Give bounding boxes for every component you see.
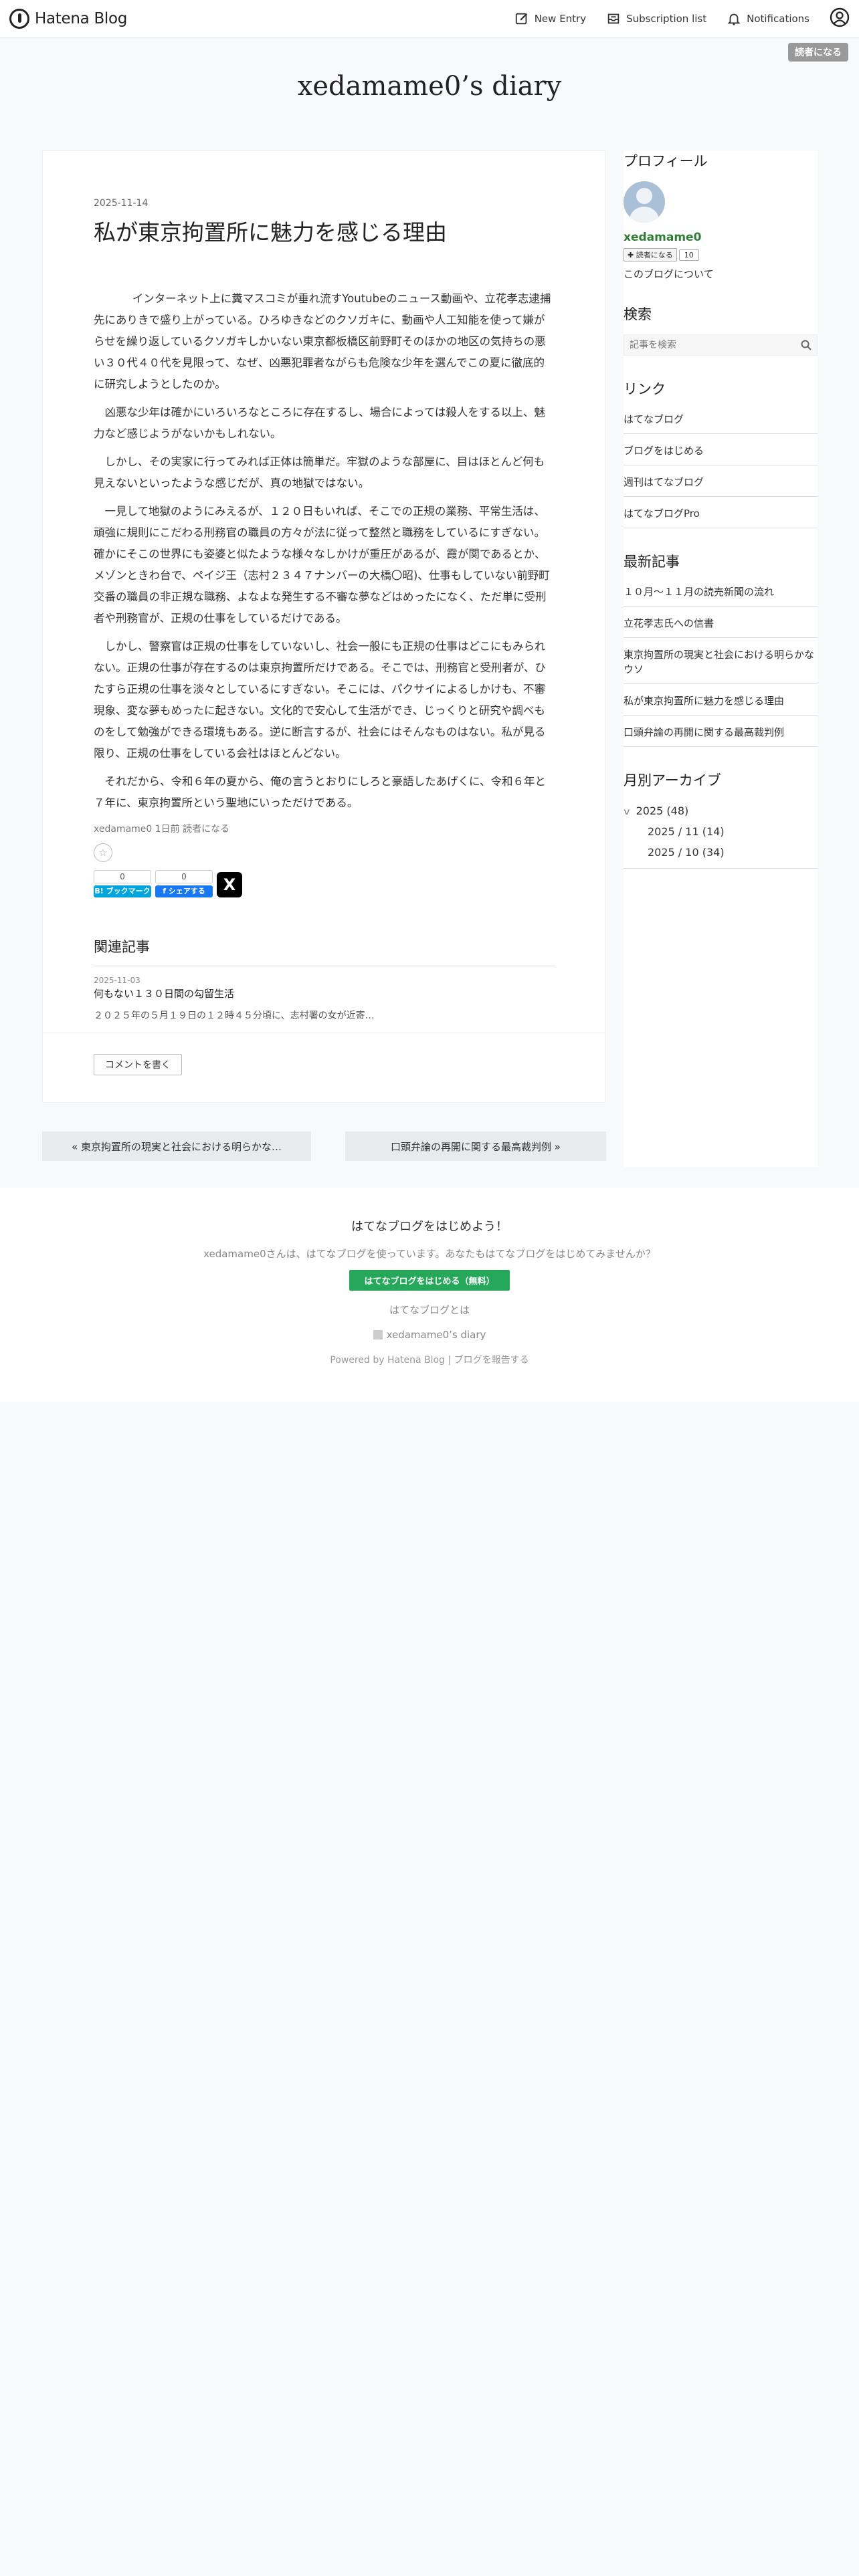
archive-divider xyxy=(624,863,818,869)
subscription-label: Subscription list xyxy=(626,13,707,25)
facebook-share-label: f シェアする xyxy=(155,885,213,897)
entry-content: インターネット上に糞マスコミが垂れ流すYoutubeのニュース動画や、立花孝志逮… xyxy=(94,288,555,814)
search-module: 検索 xyxy=(624,304,818,356)
powered-by[interactable]: Powered by Hatena Blog | ブログを報告する xyxy=(0,1353,859,1366)
subscription-list-button[interactable]: Subscription list xyxy=(606,11,706,26)
hatena-logo-icon xyxy=(9,9,29,29)
recent-entries-module: 最新記事 １０月〜１１月の読売新聞の流れ 立花孝志氏への信書 東京拘置所の現実と… xyxy=(624,551,818,747)
hatena-bookmark-count: 0 xyxy=(94,869,151,883)
hatena-bookmark-label: B! ブックマーク xyxy=(94,885,151,897)
archive-month[interactable]: 2025 / 11 (14) xyxy=(624,821,818,842)
profile-name[interactable]: xedamame0 xyxy=(624,231,818,244)
new-entry-label: New Entry xyxy=(534,13,587,25)
inbox-icon xyxy=(606,11,621,26)
related-date: 2025-11-03 xyxy=(94,975,140,985)
next-entry-link[interactable]: 口頭弁論の再開に関する最高裁判例 » xyxy=(345,1132,606,1161)
links-heading: リンク xyxy=(624,381,666,397)
follower-count[interactable]: 10 xyxy=(678,249,699,261)
write-comment-button[interactable]: コメントを書く xyxy=(94,1054,182,1075)
share-buttons: 0 B! ブックマーク 0 f シェアする X xyxy=(94,869,555,897)
footer-reader-link[interactable]: 読者になる xyxy=(183,824,229,835)
star-icon: ☆ xyxy=(98,846,108,859)
related-item[interactable]: 2025-11-03 何もない１３０日間の勾留生活 ２０２５年の５月１９日の１２… xyxy=(94,976,555,1022)
links-list: はてなブログ ブログをはじめる 週刊はてなブログ はてなブログPro xyxy=(624,409,818,528)
recent-entry-link[interactable]: 立花孝志氏への信書 xyxy=(624,607,818,638)
article-container: 2025-11-14 私が東京拘置所に魅力を感じる理由 インターネット上に糞マス… xyxy=(42,150,605,1103)
profile-heading: プロフィール xyxy=(624,153,708,169)
entry-paragraph: それだから、令和６年の夏から、俺の言うとおりにしろと豪語したあげくに、令和６年と… xyxy=(94,774,547,809)
notifications-button[interactable]: Notifications xyxy=(727,11,809,26)
search-box xyxy=(624,334,818,356)
author-link[interactable]: xedamame0 xyxy=(94,824,152,835)
search-heading: 検索 xyxy=(624,306,652,322)
footer-text: xedamame0さんは、はてなブログを使っています。あなたもはてなブログをはじ… xyxy=(203,1248,656,1260)
link-item[interactable]: はてなブログPro xyxy=(624,497,818,528)
entry: 2025-11-14 私が東京拘置所に魅力を感じる理由 インターネット上に糞マス… xyxy=(94,198,555,1022)
entry-paragraph: 一見して地獄のようにみえるが、１２０日もいれば、そこでの正規の業務、平常生活は、… xyxy=(94,504,550,625)
footer-blog-link[interactable]: xedamame0’s diary xyxy=(0,1329,859,1341)
profile-follow: ✚ 読者になる 10 xyxy=(624,248,818,261)
related-excerpt: ２０２５年の５月１９日の１２時４５分頃に、志村署の女が近寄… xyxy=(94,1010,375,1021)
related-entries: 関連記事 2025-11-03 何もない１３０日間の勾留生活 ２０２５年の５月１… xyxy=(94,936,555,1022)
about-hatena-link[interactable]: はてなブログとは xyxy=(0,1303,859,1317)
link-item[interactable]: ブログをはじめる xyxy=(624,434,818,465)
sidebar: プロフィール xedamame0 ✚ 読者になる 10 このブログについて 検索… xyxy=(622,150,818,1167)
logo-text: Hatena Blog xyxy=(35,10,128,27)
user-avatar-icon xyxy=(830,7,850,30)
recent-entry-link[interactable]: １０月〜１１月の読売新聞の流れ xyxy=(624,582,818,607)
page-footer: はてなブログをはじめよう！ xedamame0さんは、はてなブログを使っています… xyxy=(0,1188,859,1402)
facebook-share-count: 0 xyxy=(155,869,213,883)
chevron-down-icon[interactable]: ∨ xyxy=(622,807,631,817)
archive-heading: 月別アーカイブ xyxy=(624,772,721,788)
user-menu-button[interactable] xyxy=(830,7,850,30)
link-item[interactable]: はてなブログ xyxy=(624,409,818,434)
entry-title[interactable]: 私が東京拘置所に魅力を感じる理由 xyxy=(94,218,555,248)
subscribe-reader-button[interactable]: 読者になる xyxy=(788,43,848,62)
archive-year-label[interactable]: 2025 (48) xyxy=(636,804,689,817)
search-input[interactable] xyxy=(624,335,782,355)
x-share-button[interactable]: X xyxy=(217,871,242,897)
facebook-share-button[interactable]: 0 f シェアする xyxy=(155,869,213,897)
links-module: リンク はてなブログ ブログをはじめる 週刊はてなブログ はてなブログPro xyxy=(624,379,818,528)
entry-paragraph: しかし、警察官は正規の仕事をしていないし、社会一般にも正規の仕事はどこにもみられ… xyxy=(94,639,547,760)
footer-blog-name[interactable]: xedamame0’s diary xyxy=(387,1329,486,1341)
notifications-label: Notifications xyxy=(747,13,809,25)
entry-paragraph: しかし、その実家に行ってみれば正体は簡単だ。牢獄のような部屋に、目はほとんど何も… xyxy=(94,455,545,490)
related-title[interactable]: 何もない１３０日間の勾留生活 xyxy=(94,986,555,1000)
entry-paragraph: 凶悪な少年は確かにいろいろなところに存在するし、場合によっては殺人をする以上、魅… xyxy=(94,405,545,440)
new-entry-button[interactable]: New Entry xyxy=(514,11,586,26)
hatena-bookmark-button[interactable]: 0 B! ブックマーク xyxy=(94,869,151,897)
link-item[interactable]: 週刊はてなブログ xyxy=(624,465,818,497)
global-header: Hatena Blog New Entry Subscription list … xyxy=(0,0,859,38)
profile-avatar[interactable] xyxy=(624,181,665,223)
search-icon[interactable] xyxy=(799,338,813,352)
recent-entry-link[interactable]: 私が東京拘置所に魅力を感じる理由 xyxy=(624,684,818,716)
recent-list: １０月〜１１月の読売新聞の流れ 立花孝志氏への信書 東京拘置所の現実と社会におけ… xyxy=(624,582,818,747)
edit-icon xyxy=(514,11,529,26)
about-blog-link[interactable]: このブログについて xyxy=(624,267,818,281)
blog-title[interactable]: xedamame0’s diary xyxy=(0,71,859,102)
add-star-button[interactable]: ☆ xyxy=(94,843,112,862)
follow-button[interactable]: ✚ 読者になる xyxy=(624,248,677,261)
x-logo-icon: X xyxy=(223,875,236,894)
start-blog-button[interactable]: はてなブログをはじめる（無料） xyxy=(349,1270,510,1291)
related-heading: 関連記事 xyxy=(94,936,555,966)
profile-module: プロフィール xedamame0 ✚ 読者になる 10 このブログについて xyxy=(624,150,818,281)
hatena-blog-logo[interactable]: Hatena Blog xyxy=(9,8,127,29)
entry-paragraph: インターネット上に糞マスコミが垂れ流すYoutubeのニュース動画や、立花孝志逮… xyxy=(94,292,551,391)
recent-entry-link[interactable]: 東京拘置所の現実と社会における明らかなウソ xyxy=(624,638,818,684)
recent-entry-link[interactable]: 口頭弁論の再開に関する最高裁判例 xyxy=(624,716,818,747)
prev-entry-link[interactable]: « 東京拘置所の現実と社会における明らかな… xyxy=(42,1132,311,1161)
bell-icon xyxy=(727,11,741,26)
archive-module: 月別アーカイブ ∨ 2025 (48) 2025 / 11 (14) 2025 … xyxy=(622,770,818,869)
entry-time[interactable]: 1日前 xyxy=(155,824,180,835)
archive-year[interactable]: ∨ 2025 (48) xyxy=(622,800,818,821)
blog-icon xyxy=(373,1330,383,1339)
entry-date[interactable]: 2025-11-14 xyxy=(94,198,555,209)
recent-heading: 最新記事 xyxy=(624,554,680,570)
entry-footer: xedamame0 1日前 読者になる xyxy=(94,822,555,835)
footer-heading: はてなブログをはじめよう！ xyxy=(351,1220,508,1234)
archive-month[interactable]: 2025 / 10 (34) xyxy=(624,842,818,863)
